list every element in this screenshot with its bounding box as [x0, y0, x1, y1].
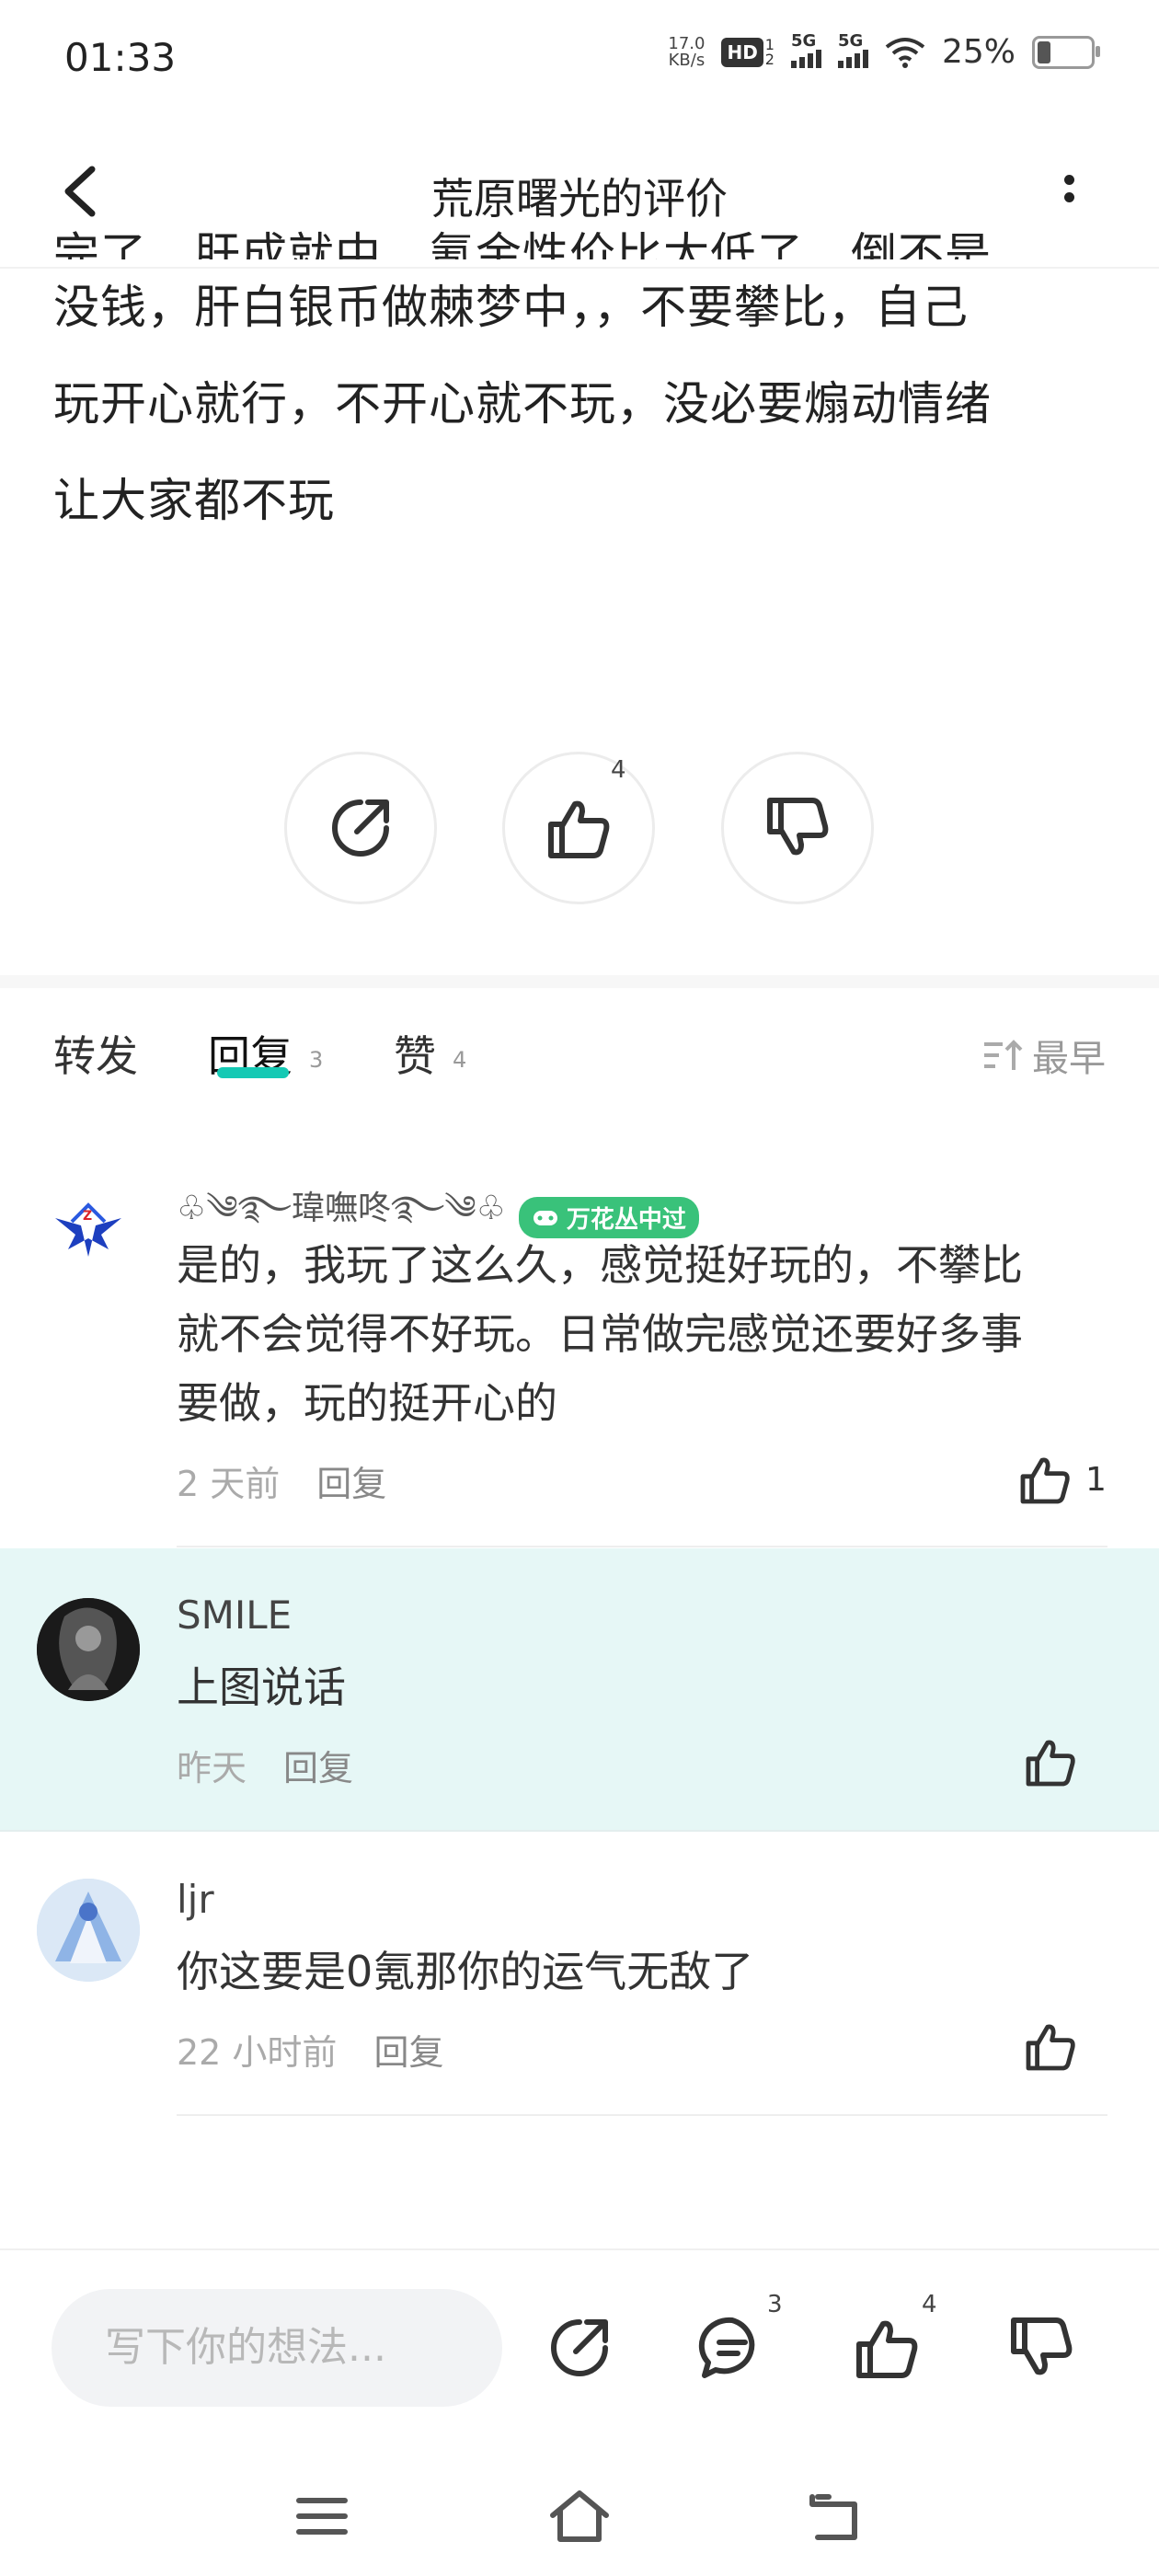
avatar[interactable]: [37, 1879, 140, 1982]
comment-time: 昨天: [177, 1748, 247, 1788]
review-partial-line: 完了，肝成就中，氪金性价比太低了，倒不是: [53, 228, 992, 259]
reply-button[interactable]: 回复: [316, 1464, 386, 1504]
tab-forward[interactable]: 转发: [53, 1023, 138, 1084]
thumb-up-icon: [1020, 1457, 1070, 1504]
comment-icon[interactable]: [695, 2311, 769, 2385]
home-icon[interactable]: [547, 2484, 612, 2548]
active-tab-indicator: [217, 1067, 289, 1078]
thumb-up-icon[interactable]: [850, 2311, 924, 2385]
like-count: 4: [922, 2291, 937, 2318]
battery-percent: 25%: [941, 33, 1016, 71]
sort-button[interactable]: 最早: [982, 1029, 1106, 1082]
tab-likes[interactable]: 赞4: [394, 1023, 466, 1084]
sort-icon: [984, 1040, 1023, 1070]
comment-text: 你这要是0氪那你的运气无敌了: [177, 1947, 754, 1996]
comment-like-count: 1: [1085, 1460, 1107, 1499]
wifi-icon: [885, 37, 925, 68]
comment-like-button[interactable]: 1: [1016, 1450, 1107, 1509]
thumb-down-icon[interactable]: [1004, 2311, 1078, 2385]
status-time: 01:33: [64, 35, 177, 80]
comment-author[interactable]: SMILE: [177, 1593, 292, 1638]
share-icon[interactable]: [543, 2311, 616, 2385]
thumb-down-icon: [767, 798, 829, 856]
divider: [177, 1546, 1107, 1547]
status-bar: 01:33 17.0 KB/s HD 1 2 5G 5G 25%: [0, 0, 1159, 120]
comment-item: SMILE 上图说话 昨天 回复: [0, 1548, 1159, 1832]
comment-author[interactable]: ljr: [177, 1877, 214, 1922]
reply-button[interactable]: 回复: [373, 2032, 443, 2073]
review-line: 玩开心就行，不开心就不玩，没必要煽动情绪: [53, 377, 992, 431]
like-count: 4: [611, 756, 626, 784]
thumb-up-icon[interactable]: [1021, 2017, 1080, 2076]
back-icon[interactable]: [805, 2484, 869, 2548]
review-text: 完了，肝成就中，氪金性价比太低了，倒不是 没钱，肝白银币做棘梦中，，不要攀比，自…: [53, 228, 1111, 549]
share-icon: [332, 799, 389, 857]
like-button[interactable]: [502, 752, 655, 904]
comment-text: 是的，我玩了这么久，感觉挺好玩的，不攀比 就不会觉得不好玩。日常做完感觉还要好多…: [177, 1240, 1023, 1428]
bottom-bar-divider: [0, 2248, 1159, 2250]
review-line: 没钱，肝白银币做棘梦中，，不要攀比，自己: [53, 281, 969, 334]
menu-icon[interactable]: [290, 2484, 354, 2548]
comment-item: Z ♧༄࿐瑋嘸咚࿐༄♧ 万花丛中过 是的，我玩了这么久，感觉挺好玩的，不攀比 就…: [0, 1141, 1159, 1547]
avatar[interactable]: [37, 1598, 140, 1701]
status-icons: 17.0 KB/s HD 1 2 5G 5G 25%: [668, 31, 1100, 71]
signal-icon-sim2: 5G: [837, 31, 868, 68]
divider: [177, 2114, 1107, 2116]
dislike-button[interactable]: [721, 752, 874, 904]
signal-icon-sim1: 5G: [790, 31, 821, 68]
gamepad-icon: [533, 1211, 557, 1225]
comment-count: 3: [767, 2291, 783, 2318]
comment-time: 2 天前: [177, 1464, 281, 1504]
section-divider: [0, 975, 1159, 988]
avatar[interactable]: Z: [37, 1178, 140, 1281]
comment-input[interactable]: 写下你的想法...: [52, 2289, 502, 2407]
thumb-up-icon[interactable]: [1021, 1732, 1080, 1791]
svg-text:Z: Z: [83, 1209, 92, 1224]
comment-meta: 昨天 回复: [177, 1740, 353, 1790]
comment-time: 22 小时前: [177, 2032, 338, 2073]
review-line: 让大家都不玩: [53, 474, 335, 527]
net-speed: 17.0 KB/s: [668, 33, 706, 70]
comment-text: 上图说话: [177, 1662, 346, 1712]
battery-icon: [1032, 35, 1100, 69]
comment-meta: 2 天前 回复: [177, 1455, 386, 1506]
thumb-up-icon: [548, 800, 610, 858]
reply-button[interactable]: 回复: [283, 1748, 353, 1788]
share-button[interactable]: [284, 752, 437, 904]
hd-icon: HD 1 2: [721, 37, 775, 67]
comment-meta: 22 小时前 回复: [177, 2024, 443, 2075]
comment-item: ljr 你这要是0氪那你的运气无敌了 22 小时前 回复: [0, 1833, 1159, 2118]
